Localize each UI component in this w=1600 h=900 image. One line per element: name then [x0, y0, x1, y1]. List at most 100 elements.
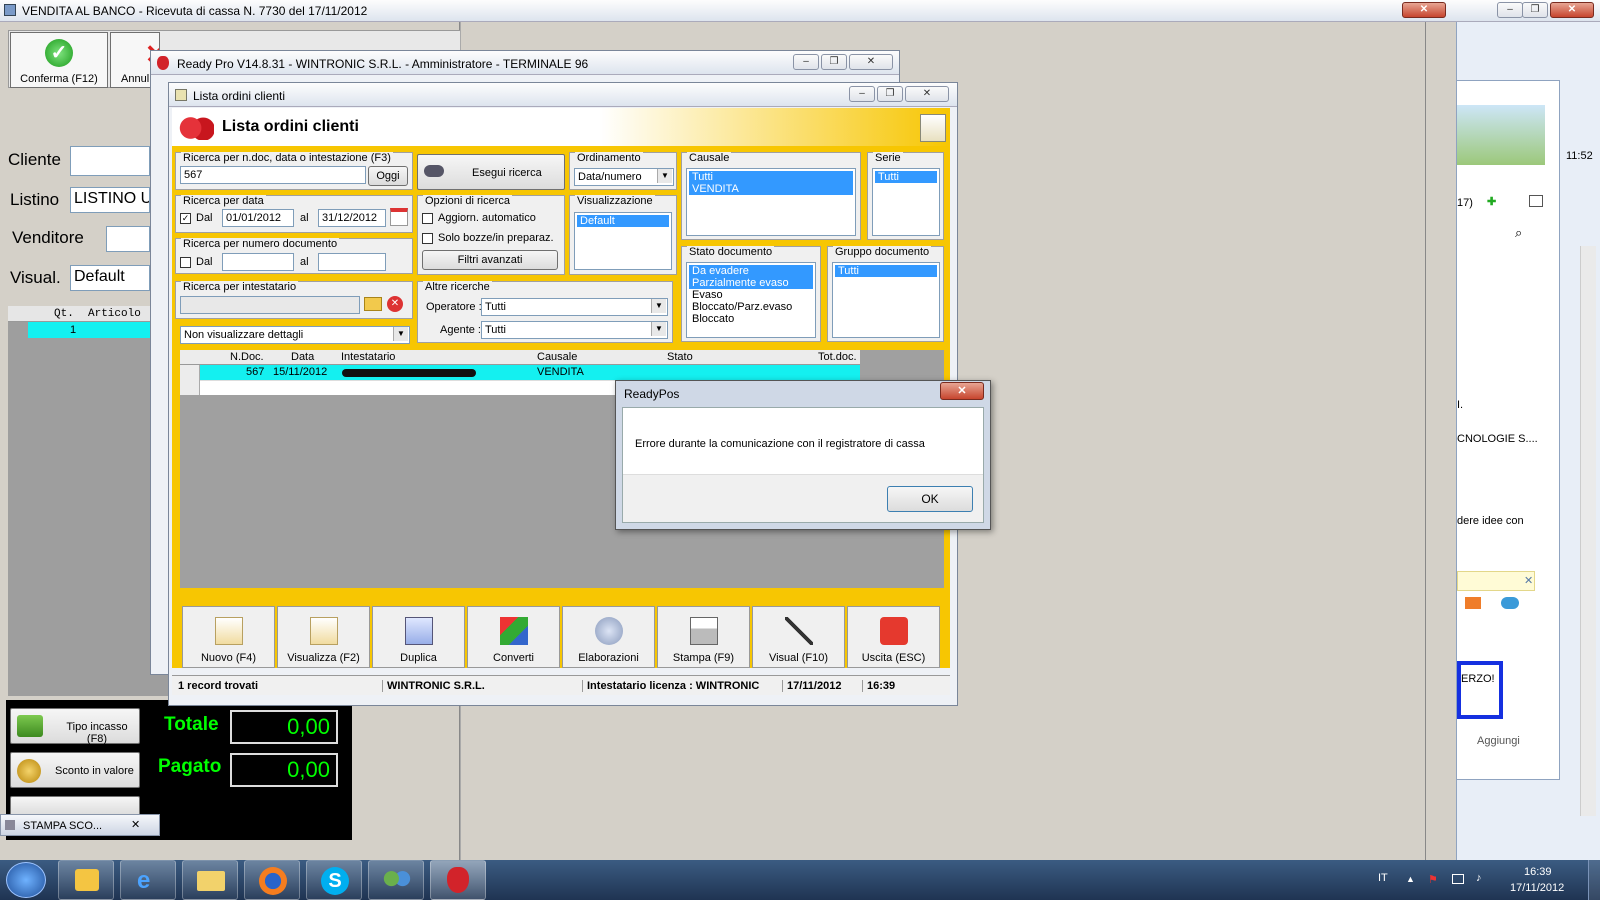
grid-row[interactable]: 1: [28, 322, 168, 338]
data-from-input[interactable]: 01/01/2012: [222, 209, 294, 227]
main-close-button[interactable]: ✕: [1402, 2, 1446, 18]
promo-banner[interactable]: ERZO!: [1457, 661, 1503, 719]
numero-to-input[interactable]: [318, 253, 386, 271]
tray-arrow-icon[interactable]: ▲: [1406, 874, 1415, 884]
stato-item[interactable]: Evaso: [689, 289, 813, 301]
venditore-field[interactable]: [106, 226, 150, 252]
taskbar-outlook[interactable]: [58, 860, 114, 900]
taskbar-explorer[interactable]: [182, 860, 238, 900]
stampa-button[interactable]: Stampa (F9): [657, 606, 750, 668]
elaborazioni-button[interactable]: Elaborazioni: [562, 606, 655, 668]
taskbar-ie[interactable]: e: [120, 860, 176, 900]
grid-view-icon[interactable]: [1529, 195, 1543, 207]
stato-item[interactable]: Bloccato: [689, 313, 813, 325]
right-scrollbar[interactable]: [1580, 246, 1596, 816]
start-button[interactable]: [6, 862, 46, 898]
outer-maximize-button[interactable]: ❐: [1522, 2, 1548, 18]
ok-button[interactable]: OK: [887, 486, 973, 512]
filtri-button[interactable]: Filtri avanzati: [422, 250, 558, 270]
lista-close-button[interactable]: ✕: [905, 86, 949, 102]
sconto-button[interactable]: Sconto in valore: [10, 752, 140, 788]
flag-icon[interactable]: ⚑: [1428, 873, 1438, 886]
outer-minimize-button[interactable]: –: [1497, 2, 1523, 18]
table-row[interactable]: 567 15/11/2012 VENDITA: [200, 365, 860, 380]
listino-field[interactable]: LISTINO U: [70, 187, 150, 213]
duplica-button[interactable]: Duplica: [372, 606, 465, 668]
notification-close-icon[interactable]: ✕: [1524, 574, 1533, 587]
visual-label: Visual.: [10, 268, 61, 287]
visual-field[interactable]: Default: [70, 265, 150, 291]
uscita-button[interactable]: Uscita (ESC): [847, 606, 940, 668]
taskbar-firefox[interactable]: [244, 860, 300, 900]
stampa-label: STAMPA SCO...: [23, 820, 103, 832]
readypro-maximize-button[interactable]: ❐: [821, 54, 847, 70]
taskbar-contacts[interactable]: [368, 860, 424, 900]
causale-item[interactable]: Tutti: [689, 171, 853, 183]
clear-icon[interactable]: ✕: [387, 296, 403, 312]
calendar-icon[interactable]: [390, 208, 408, 226]
clock-date[interactable]: 17/11/2012: [1510, 882, 1564, 894]
network-icon[interactable]: [1452, 874, 1464, 884]
show-desktop-button[interactable]: [1588, 860, 1600, 900]
intestatario-input[interactable]: [180, 296, 360, 314]
stato-item[interactable]: Parzialmente evaso: [689, 277, 813, 289]
volume-icon[interactable]: ♪: [1476, 872, 1482, 884]
outer-close-button[interactable]: ✕: [1550, 2, 1594, 18]
lista-minimize-button[interactable]: –: [849, 86, 875, 102]
esegui-ricerca-button[interactable]: Esegui ricerca: [417, 154, 565, 190]
tipo-incasso-button[interactable]: Tipo incasso (F8): [10, 708, 140, 745]
clock-time[interactable]: 16:39: [1524, 866, 1552, 878]
power-icon: [879, 617, 908, 645]
operatore-select[interactable]: Tutti: [481, 298, 668, 316]
view-doc-icon: [309, 617, 338, 645]
aggiungi-link[interactable]: Aggiungi: [1477, 735, 1520, 747]
dettagli-select[interactable]: Non visualizzare dettagli: [180, 326, 410, 344]
articoli-grid[interactable]: [8, 306, 168, 696]
numero-from-input[interactable]: [222, 253, 294, 271]
visualizza-button[interactable]: Visualizza (F2): [277, 606, 370, 668]
folder-icon[interactable]: [364, 297, 382, 311]
lista-maximize-button[interactable]: ❐: [877, 86, 903, 102]
causale-item[interactable]: VENDITA: [689, 183, 853, 195]
gruppo-item[interactable]: Tutti: [835, 265, 937, 277]
stato-item[interactable]: Da evadere: [689, 265, 813, 277]
auto-checkbox[interactable]: Aggiorn. automatico: [422, 212, 536, 224]
stato-item[interactable]: Bloccato/Parz.evaso: [689, 301, 813, 313]
language-indicator[interactable]: IT: [1378, 872, 1388, 884]
agente-select[interactable]: Tutti: [481, 321, 668, 339]
nuovo-button[interactable]: Nuovo (F4): [182, 606, 275, 668]
search-label: Ricerca per n.doc, data o intestazione (…: [181, 152, 393, 164]
search-input[interactable]: 567: [180, 166, 366, 184]
causale-list[interactable]: Tutti VENDITA: [686, 168, 856, 236]
stato-list[interactable]: Da evadere Parzialmente evaso Evaso Bloc…: [686, 262, 816, 338]
data-dal-checkbox[interactable]: ✓ Dal: [180, 212, 213, 224]
bozze-checkbox[interactable]: Solo bozze/in preparaz.: [422, 232, 554, 244]
taskbar-skype[interactable]: S: [306, 860, 362, 900]
users-icon[interactable]: [920, 114, 946, 142]
visual-button[interactable]: Visual (F10): [752, 606, 845, 668]
serie-list[interactable]: Tutti: [872, 168, 940, 236]
stampa-minimized-window[interactable]: STAMPA SCO... ✕: [0, 814, 160, 836]
stampa-close-icon[interactable]: ✕: [131, 818, 140, 831]
readypro-close-button[interactable]: ✕: [849, 54, 893, 70]
readypro-minimize-button[interactable]: –: [793, 54, 819, 70]
sky-icon[interactable]: [1501, 597, 1519, 609]
dialog-close-button[interactable]: ✕: [940, 382, 984, 400]
cliente-field[interactable]: [70, 146, 150, 176]
numero-dal-checkbox[interactable]: Dal: [180, 256, 213, 268]
chevron-down-icon: ▼: [651, 299, 666, 313]
oggi-button[interactable]: Oggi: [368, 166, 408, 186]
taskbar-readypro[interactable]: [430, 860, 486, 900]
add-contact-icon[interactable]: ✚: [1487, 195, 1496, 208]
confirm-button[interactable]: ✓ Conferma (F12): [10, 32, 108, 88]
visualizza-label: Visualizza (F2): [287, 652, 360, 664]
third-pos-button[interactable]: [10, 796, 140, 816]
gruppo-list[interactable]: Tutti: [832, 262, 940, 338]
search-icon[interactable]: ⌕: [1515, 225, 1522, 241]
converti-button[interactable]: Converti: [467, 606, 560, 668]
data-to-input[interactable]: 31/12/2012: [318, 209, 386, 227]
visualizzazione-list[interactable]: Default: [574, 212, 672, 270]
visualizzazione-item[interactable]: Default: [577, 215, 669, 227]
serie-item[interactable]: Tutti: [875, 171, 937, 183]
mail-icon[interactable]: [1465, 597, 1481, 609]
